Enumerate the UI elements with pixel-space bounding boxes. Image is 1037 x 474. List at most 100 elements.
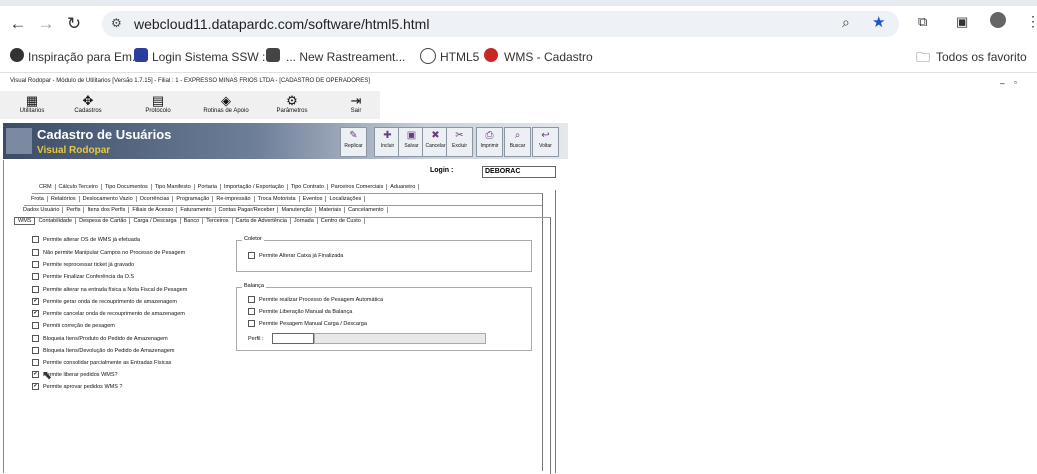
bookmark-item[interactable]: WMS - Cadastro: [504, 50, 593, 64]
reload-icon[interactable]: ↻: [64, 14, 84, 34]
url-text[interactable]: webcloud11.datapardc.com/software/html5.…: [134, 16, 429, 32]
toolbar-protocolo[interactable]: ▤ Protocolo: [128, 94, 188, 120]
tab-deslocamento[interactable]: Deslocamento Vazio: [79, 196, 137, 202]
salvar-button[interactable]: ▣ Salvar: [398, 127, 425, 157]
wms-checkbox[interactable]: Permite consolidar parcialmente as Entra…: [32, 359, 171, 366]
checkbox-box[interactable]: [248, 308, 255, 315]
tab-jornada[interactable]: Jornada: [290, 218, 318, 224]
tab-perfis[interactable]: Perfis: [63, 207, 85, 213]
tab-crm[interactable]: CRM: [36, 184, 56, 190]
tab-parceiros[interactable]: Parceiros Comerciais: [327, 184, 388, 190]
checkbox-box[interactable]: ✔: [32, 383, 39, 390]
checkbox-box[interactable]: [32, 236, 39, 243]
checkbox-box[interactable]: [32, 286, 39, 293]
wms-checkbox[interactable]: Bloqueia Itens/Devolução do Pedido de Am…: [32, 347, 174, 354]
tab-filiais[interactable]: Filiais de Acesso: [129, 207, 178, 213]
tab-troca-motorista[interactable]: Troca Motorista: [254, 196, 300, 202]
toolbar-rotinas[interactable]: ◈ Rotinas de Apoio: [196, 94, 256, 120]
tab-contas[interactable]: Contas Pagar/Receber: [215, 207, 279, 213]
checkbox-box[interactable]: [32, 273, 39, 280]
balanca-checkbox[interactable]: Permite realizar Processo de Pesagem Aut…: [248, 296, 383, 303]
bookmark-item[interactable]: Login Sistema SSW :...: [152, 50, 275, 64]
tab-itens-perfis[interactable]: Itens dos Perfis: [84, 207, 130, 213]
tab-reimpressao[interactable]: Re-impressão: [213, 196, 255, 202]
back-icon[interactable]: ←: [8, 14, 28, 34]
balanca-checkbox[interactable]: Permite Pesagem Manual Carga / Descarga: [248, 320, 367, 327]
cancelar-button[interactable]: ✖ Cancelar: [422, 127, 449, 157]
tab-programacao[interactable]: Programação: [173, 196, 214, 202]
tab-calculo-terceiro[interactable]: Cálculo Terceiro: [55, 184, 102, 190]
toolbar-cadastros[interactable]: ✥ Cadastros: [58, 94, 118, 120]
toolbar-sair[interactable]: ⇥ Sair: [326, 94, 386, 120]
wms-checkbox[interactable]: ✔ Permite aprovar pedidos WMS ?: [32, 383, 122, 390]
checkbox-box[interactable]: [32, 261, 39, 268]
tab-wms[interactable]: WMS: [14, 217, 36, 225]
tab-faturamento[interactable]: Faturamento: [177, 207, 216, 213]
wms-checkbox[interactable]: Permite reprocessar ticket já gravado: [32, 261, 134, 268]
tab-importacao[interactable]: Importação / Exportação: [220, 184, 288, 190]
maximize-icon[interactable]: ▫: [1014, 78, 1017, 87]
incluir-button[interactable]: ✚ Incluir: [374, 127, 401, 157]
tab-dados-usuario[interactable]: Dados Usuário: [20, 207, 64, 213]
tab-despesa-cartao[interactable]: Despesa de Cartão: [76, 218, 131, 224]
tab-banco[interactable]: Banco: [180, 218, 204, 224]
site-info-icon[interactable]: ⚙: [111, 16, 122, 30]
minimize-icon[interactable]: –: [1000, 79, 1004, 88]
tab-localizacoes[interactable]: Localizações: [326, 196, 366, 202]
side-panel-icon[interactable]: ▣: [956, 14, 968, 30]
wms-checkbox[interactable]: Permite alterar OS de WMS já efetuada: [32, 236, 140, 243]
tab-carga-descarga[interactable]: Carga / Descarga: [130, 218, 181, 224]
tab-portaria[interactable]: Portaria: [194, 184, 221, 190]
tab-relatorios[interactable]: Relatórios: [47, 196, 80, 202]
coletor-checkbox[interactable]: Permite Alterar Caixa já Finalizada: [248, 252, 343, 259]
checkbox-box[interactable]: [32, 359, 39, 366]
tab-tipo-contrato[interactable]: Tipo Contrato: [287, 184, 328, 190]
buscar-button[interactable]: ⌕ Buscar: [504, 127, 531, 157]
imprimir-button[interactable]: ⎙ Imprimir: [476, 127, 503, 157]
toolbar-utilitarios[interactable]: ▦ Utilitarios: [2, 94, 62, 120]
bookmark-item[interactable]: HTML5: [440, 50, 479, 64]
wms-checkbox[interactable]: Permite Finalizar Conferência da O.S: [32, 273, 134, 280]
login-field[interactable]: DEBORAC: [482, 166, 556, 178]
tab-tipo-manifesto[interactable]: Tipo Manifesto: [151, 184, 195, 190]
tab-contabilidade[interactable]: Contabilidade: [35, 218, 77, 224]
checkbox-box[interactable]: [32, 322, 39, 329]
wms-checkbox[interactable]: Não permite Manipular Campos no Processo…: [32, 249, 185, 256]
tab-materiais[interactable]: Materiais: [315, 207, 346, 213]
wms-checkbox[interactable]: Bloqueia Itens/Produto do Pedido de Amaz…: [32, 335, 168, 342]
wms-checkbox[interactable]: ✔ Permite gerar onda de recouprimento de …: [32, 298, 177, 305]
checkbox-box[interactable]: [32, 335, 39, 342]
tab-manutencao[interactable]: Manutenção: [278, 207, 316, 213]
bookmark-star-icon[interactable]: ★: [872, 13, 885, 31]
toolbar-parametros[interactable]: ⚙ Parâmetros: [262, 94, 322, 120]
checkbox-box[interactable]: [248, 252, 255, 259]
checkbox-box[interactable]: ✔: [32, 298, 39, 305]
tab-ocorrencias[interactable]: Ocorrências: [136, 196, 174, 202]
checkbox-box[interactable]: [32, 347, 39, 354]
tab-carta-advertencia[interactable]: Carta de Advertência: [232, 218, 291, 224]
checkbox-box[interactable]: [248, 320, 255, 327]
bookmark-item[interactable]: ... New Rastreament...: [286, 50, 405, 64]
voltar-button[interactable]: ↩ Voltar: [532, 127, 559, 157]
profile-avatar[interactable]: [990, 12, 1006, 28]
zoom-icon[interactable]: ⌕: [842, 14, 850, 31]
tab-eventos[interactable]: Eventos: [299, 196, 327, 202]
checkbox-box[interactable]: ✔: [32, 371, 39, 378]
all-bookmarks[interactable]: Todos os favorito: [936, 50, 1027, 64]
checkbox-box[interactable]: [248, 296, 255, 303]
balanca-checkbox[interactable]: Permite Liberação Manual da Balança: [248, 308, 352, 315]
replicar-button[interactable]: ✎ Replicar: [340, 127, 367, 157]
excluir-button[interactable]: ✂ Excluir: [446, 127, 473, 157]
forward-icon[interactable]: →: [36, 14, 56, 34]
wms-checkbox[interactable]: Permite alterar na entrada física a Nota…: [32, 286, 187, 293]
checkbox-box[interactable]: ✔: [32, 310, 39, 317]
tab-aduaneiro[interactable]: Aduaneiro: [387, 184, 420, 190]
perfil-input[interactable]: [272, 333, 314, 344]
checkbox-box[interactable]: [32, 249, 39, 256]
wms-checkbox[interactable]: ✔ Permite cancelar onda de recouprimento …: [32, 310, 185, 317]
tab-frota[interactable]: Frota: [28, 196, 48, 202]
tab-centro-custo[interactable]: Centro de Custo: [317, 218, 365, 224]
bookmark-item[interactable]: Inspiração para Em...: [28, 50, 142, 64]
extensions-icon[interactable]: ⧉: [918, 14, 927, 30]
tab-tipo-documentos[interactable]: Tipo Documentos: [101, 184, 152, 190]
